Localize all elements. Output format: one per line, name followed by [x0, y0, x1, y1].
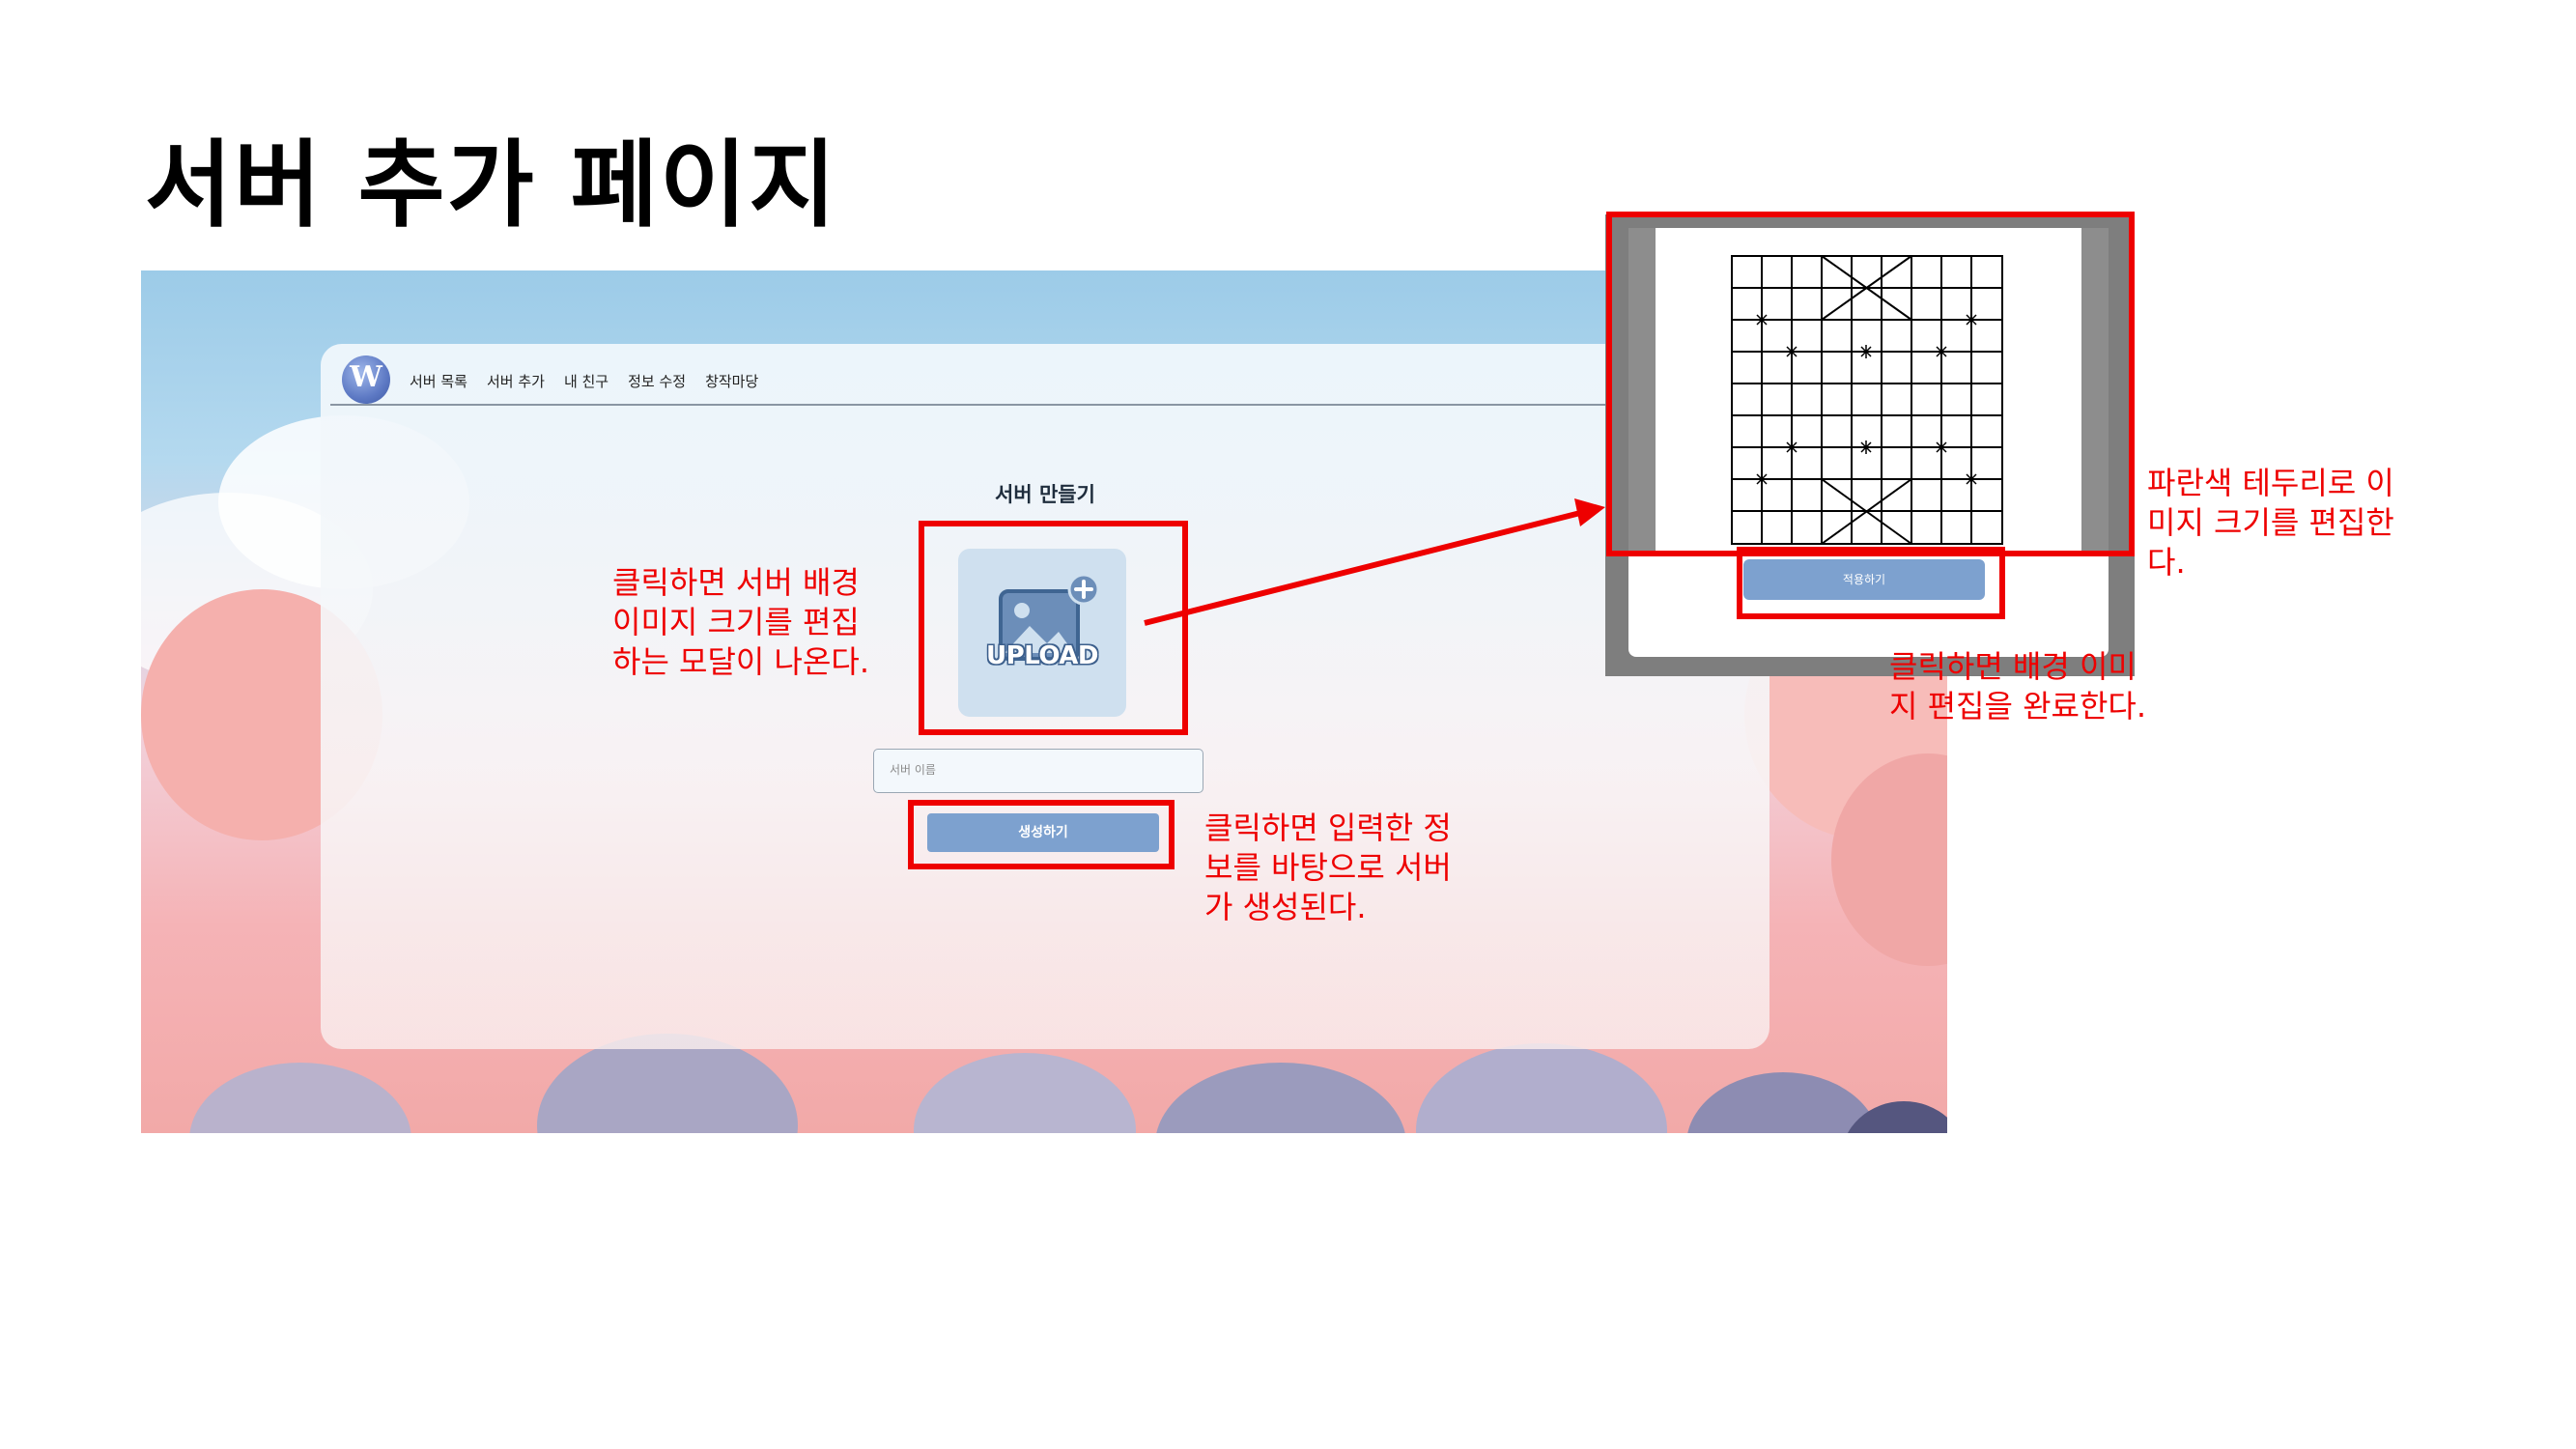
annotation-create: 클릭하면 입력한 정 보를 바탕으로 서버 가 생성된다. [1204, 810, 1452, 925]
annotation-apply: 클릭하면 배경 이미 지 편집을 완료한다. [1889, 648, 2147, 724]
annotation-upload: 클릭하면 서버 배경 이미지 크기를 편집 하는 모달이 나온다. [612, 564, 870, 680]
annotation-crop: 파란색 테두리로 이 미지 크기를 편집한 다. [2147, 465, 2394, 581]
annotation-arrow [1144, 498, 1605, 626]
